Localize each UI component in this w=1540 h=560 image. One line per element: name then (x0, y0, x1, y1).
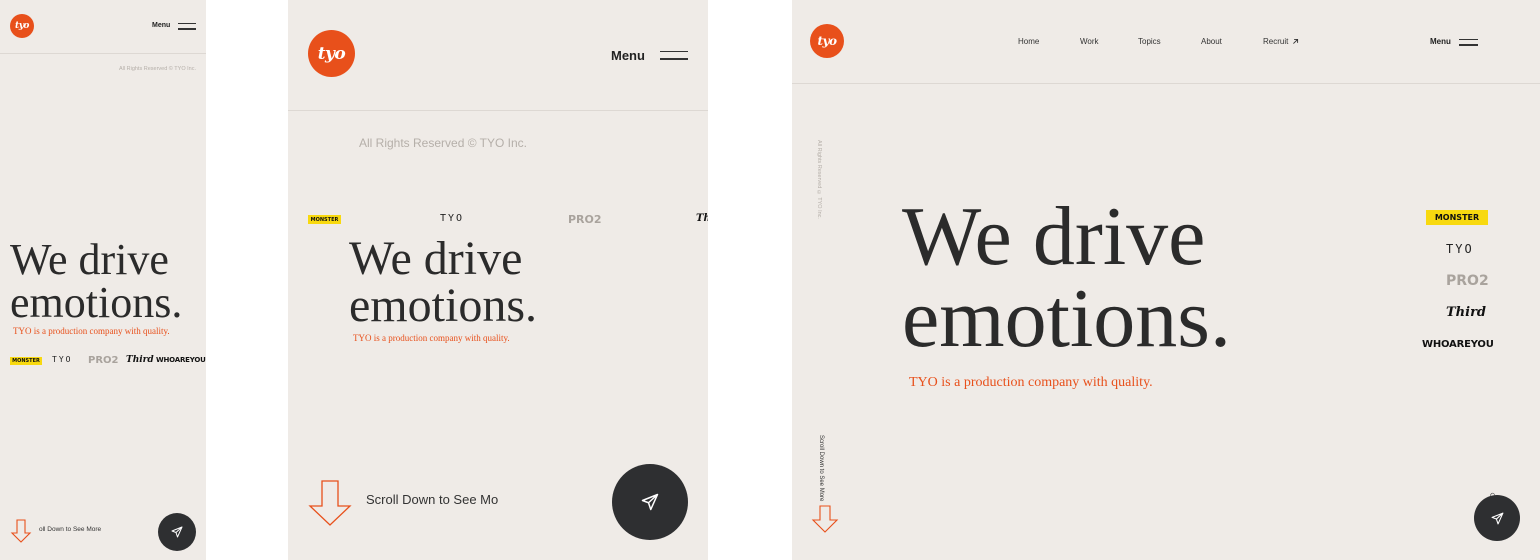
hero-line-1: We drive (10, 235, 169, 284)
client-logo-tyo[interactable]: TYO (1446, 242, 1474, 256)
nav-item-about[interactable]: About (1201, 37, 1222, 46)
paper-plane-icon (171, 526, 183, 538)
hero-tagline: TYO is a production company with quality… (909, 375, 1153, 390)
contact-button[interactable] (158, 513, 196, 551)
hero-line-1: We drive (349, 232, 523, 285)
mobile-view: tyo Menu All Rights Reserved © TYO Inc. … (0, 0, 206, 560)
client-logo-monster[interactable]: MONSTER (308, 215, 341, 224)
client-logo-tyo[interactable]: TYO (52, 355, 72, 364)
menu-label[interactable]: Menu (1430, 37, 1451, 46)
copyright-text: All Rights Reserved © TYO Inc. (816, 140, 822, 219)
scroll-down-arrow-icon[interactable] (811, 505, 839, 533)
paper-plane-icon (641, 493, 659, 511)
client-logo-pro2[interactable]: PRO2 (1446, 273, 1489, 289)
nav-item-home[interactable]: Home (1018, 37, 1039, 46)
hero-tagline: TYO is a production company with quality… (13, 326, 170, 336)
paper-plane-icon (1491, 512, 1503, 524)
tyo-logo[interactable]: tyo (308, 30, 355, 77)
scroll-down-arrow-icon[interactable] (308, 480, 352, 526)
hero-tagline: TYO is a production company with quality… (353, 333, 510, 343)
scroll-down-arrow-icon[interactable] (10, 519, 32, 543)
client-logo-third[interactable]: Third (1446, 305, 1486, 320)
hero-headline: We drive emotions. (349, 232, 537, 333)
hero-line-1: We drive (902, 190, 1206, 283)
hamburger-icon[interactable] (1459, 39, 1478, 46)
client-logo-pro2[interactable]: PRO2 (568, 213, 602, 226)
client-logo-third[interactable]: Third (696, 213, 708, 224)
nav-item-topics[interactable]: Topics (1138, 37, 1161, 46)
copyright-text: All Rights Reserved © TYO Inc. (359, 136, 528, 150)
desktop-view: tyo Home Work Topics About Recruit Menu … (792, 0, 1540, 560)
hero-headline: We drive emotions. (10, 235, 183, 328)
scroll-down-text: Scroll Down to See More (818, 435, 824, 502)
tyo-logo[interactable]: tyo (10, 14, 34, 38)
client-logo-monster[interactable]: MONSTER (1426, 210, 1488, 225)
external-arrow-icon (1293, 38, 1299, 44)
scroll-down-text: oll Down to See More (39, 526, 102, 533)
tyo-logo[interactable]: tyo (810, 24, 844, 58)
client-logo-tyo[interactable]: TYO (440, 213, 464, 224)
contact-button[interactable] (1474, 495, 1520, 541)
client-logo-whoareyou[interactable]: WHOAREYOU (1422, 339, 1494, 350)
nav-item-recruit[interactable]: Recruit (1263, 37, 1288, 46)
scroll-down-text: Scroll Down to See Mo (366, 492, 499, 507)
contact-button[interactable] (612, 464, 688, 540)
hamburger-icon[interactable] (178, 23, 196, 30)
hero-line-2: emotions. (902, 272, 1231, 366)
client-logo-monster[interactable]: MONSTER (10, 357, 42, 365)
header-divider (0, 53, 206, 54)
hero-line-2: emotions. (10, 278, 183, 328)
tablet-view: tyo Menu All Rights Reserved © TYO Inc. … (288, 0, 708, 560)
nav-item-work[interactable]: Work (1080, 37, 1099, 46)
hamburger-icon[interactable] (660, 51, 688, 60)
hero-line-2: emotions. (349, 279, 537, 333)
header-divider (792, 83, 1540, 84)
client-logo-pro2[interactable]: PRO2 (88, 355, 119, 366)
copyright-text: All Rights Reserved © TYO Inc. (118, 66, 196, 72)
menu-label[interactable]: Menu (152, 22, 170, 29)
menu-label[interactable]: Menu (611, 48, 645, 63)
hero-headline: We drive emotions. (902, 190, 1231, 366)
header-divider (288, 110, 708, 111)
client-logo-third[interactable]: Third (126, 355, 154, 365)
client-logo-whoareyou[interactable]: WHOAREYOU (156, 356, 206, 364)
